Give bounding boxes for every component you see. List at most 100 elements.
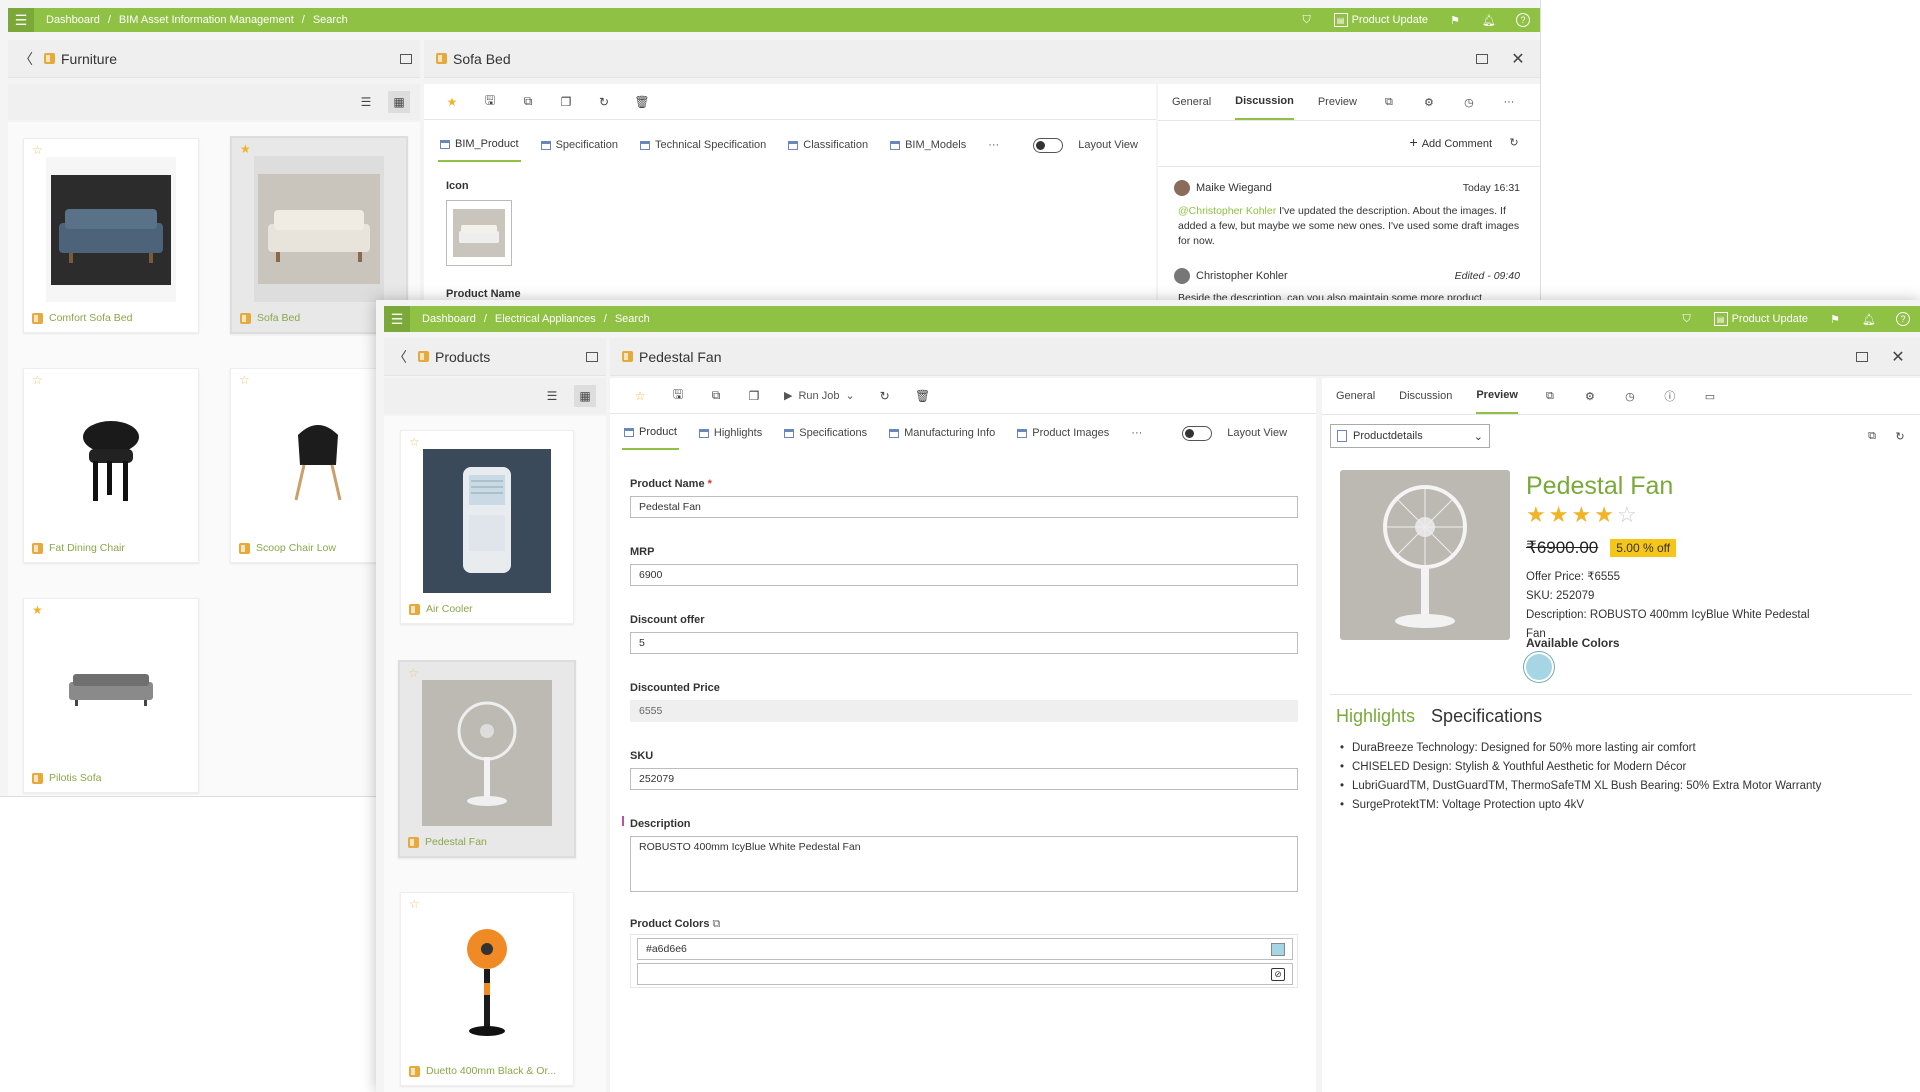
open-external-icon[interactable]: ⧉ [1864, 428, 1880, 444]
tab-technical-specification[interactable]: Technical Specification [638, 128, 768, 162]
run-job-button[interactable]: ▶ Run Job ⌄ [784, 389, 855, 403]
export-icon[interactable]: ⧉ [708, 388, 724, 404]
product-card[interactable]: ☆ Fat Dining Chair [23, 368, 199, 563]
history-icon[interactable]: ◷ [1461, 94, 1477, 110]
tab-specification[interactable]: Specification [539, 128, 620, 162]
tab-discussion[interactable]: Discussion [1399, 378, 1452, 414]
layout-view-toggle[interactable]: Layout View [1180, 416, 1289, 450]
external-link-icon[interactable]: ⧉ [1381, 94, 1397, 110]
back-chevron-icon[interactable]: 〈 [18, 51, 34, 67]
shield-icon[interactable]: ⛉ [1680, 312, 1694, 326]
toggle-switch[interactable] [1182, 425, 1213, 441]
star-outline-icon[interactable]: ☆ [409, 897, 420, 911]
tab-discussion[interactable]: Discussion [1235, 84, 1294, 120]
product-card[interactable]: ☆ Comfort Sofa Bed [23, 138, 199, 333]
delete-icon[interactable]: 🗑︎ [634, 94, 650, 110]
close-icon[interactable]: ✕ [1510, 51, 1526, 68]
refresh-icon[interactable]: ↻ [596, 94, 612, 110]
export-icon[interactable]: ⧉ [520, 94, 536, 110]
tab-bim-product[interactable]: BIM_Product [438, 128, 521, 162]
tab-classification[interactable]: Classification [786, 128, 870, 162]
tab-general[interactable]: General [1172, 84, 1211, 120]
panel-toggle-icon[interactable] [1856, 351, 1868, 362]
star-outline-icon[interactable]: ☆ [408, 666, 419, 680]
refresh-icon[interactable]: ↻ [1892, 428, 1908, 444]
tasks-icon[interactable]: ⚑ [1448, 13, 1462, 27]
history-icon[interactable]: ◷ [1622, 388, 1638, 404]
product-card[interactable]: ★ Pilotis Sofa [23, 598, 199, 793]
grid-view-icon[interactable]: ▦ [574, 385, 596, 407]
product-update-button[interactable]: ▤ Product Update [1713, 312, 1808, 326]
more-tabs-button[interactable]: ··· [986, 128, 1001, 162]
tab-general[interactable]: General [1336, 378, 1375, 414]
tab-preview[interactable]: Preview [1318, 84, 1357, 120]
grid-view-icon[interactable]: ▦ [388, 91, 410, 113]
mention-link[interactable]: @Christopher Kohler [1178, 205, 1276, 217]
add-comment-button[interactable]: + Add Comment [1410, 134, 1493, 150]
tab-bim-models[interactable]: BIM_Models [888, 128, 968, 162]
settings-icon[interactable]: ⚙ [1421, 94, 1437, 110]
sku-input[interactable]: 252079 [630, 768, 1298, 790]
external-link-icon[interactable]: ⧉ [1542, 388, 1558, 404]
star-outline-icon[interactable]: ☆ [239, 373, 250, 387]
tab-product-images[interactable]: Product Images [1015, 416, 1111, 450]
toggle-switch[interactable] [1033, 137, 1064, 153]
icon-image[interactable] [446, 200, 512, 266]
tab-preview[interactable]: Preview [1476, 378, 1518, 414]
discount-input[interactable]: 5 [630, 632, 1298, 654]
tab-specifications[interactable]: Specifications [782, 416, 869, 450]
color-input-empty[interactable] [637, 963, 1293, 985]
color-swatch[interactable] [1271, 943, 1285, 956]
refresh-icon[interactable]: ↻ [1506, 134, 1522, 150]
back-chevron-icon[interactable]: 〈 [392, 349, 408, 365]
shield-icon[interactable]: ⛉ [1300, 13, 1314, 27]
menu-icon[interactable]: ☰ [8, 8, 34, 32]
layout-view-toggle[interactable]: Layout View [1031, 128, 1140, 162]
breadcrumb-item[interactable]: Dashboard [422, 313, 476, 325]
panel-toggle-icon[interactable] [1476, 53, 1488, 64]
help-icon[interactable]: ⓘ [1662, 388, 1678, 404]
copy-icon[interactable]: ❐ [746, 388, 762, 404]
tab-highlights[interactable]: Highlights [697, 416, 764, 450]
bell-icon[interactable]: 🔔︎ [1482, 13, 1496, 27]
help-icon[interactable]: ? [1516, 13, 1530, 27]
star-outline-icon[interactable]: ☆ [32, 373, 43, 387]
copy-icon[interactable]: ⧉ [713, 918, 721, 930]
menu-icon[interactable]: ☰ [384, 306, 410, 332]
product-card[interactable]: ☆ Pedestal Fan [398, 660, 576, 858]
more-icon[interactable]: ··· [1501, 94, 1517, 110]
close-icon[interactable]: ✕ [1890, 349, 1906, 366]
tab-manufacturing-info[interactable]: Manufacturing Info [887, 416, 997, 450]
preview-template-select[interactable]: Productdetails ⌄ [1330, 424, 1490, 448]
product-name-input[interactable]: Pedestal Fan [630, 496, 1298, 518]
star-outline-icon[interactable]: ☆ [632, 388, 648, 404]
save-icon[interactable]: 🖫︎ [670, 387, 686, 404]
more-tabs-button[interactable]: ··· [1129, 416, 1144, 450]
star-filled-icon[interactable]: ★ [240, 142, 251, 156]
product-update-button[interactable]: ▤ Product Update [1333, 13, 1428, 27]
breadcrumb-item[interactable]: Dashboard [46, 14, 100, 26]
breadcrumb-item[interactable]: Electrical Appliances [495, 313, 596, 325]
panel-toggle-icon[interactable] [586, 351, 598, 362]
tasks-icon[interactable]: ⚑ [1828, 312, 1842, 326]
save-icon[interactable]: 🖫︎ [482, 93, 498, 110]
panel-toggle-icon[interactable] [400, 53, 412, 64]
tab-product[interactable]: Product [622, 416, 679, 450]
color-input[interactable]: #a6d6e6 [637, 938, 1293, 960]
product-card[interactable]: ☆ Duetto 400mm Black & Or... [400, 892, 574, 1086]
star-outline-icon[interactable]: ☆ [32, 143, 43, 157]
color-swatch[interactable] [1526, 654, 1552, 680]
star-filled-icon[interactable]: ★ [32, 603, 43, 617]
delete-icon[interactable]: 🗑︎ [915, 388, 931, 404]
refresh-icon[interactable]: ↻ [877, 388, 893, 404]
star-filled-icon[interactable]: ★ [444, 94, 460, 110]
breadcrumb-item[interactable]: Search [615, 313, 650, 325]
breadcrumb-item[interactable]: Search [313, 14, 348, 26]
help-icon[interactable]: ? [1896, 312, 1910, 326]
no-color-icon[interactable]: ⊘ [1271, 968, 1285, 981]
list-view-icon[interactable]: ☰ [358, 94, 374, 110]
settings-icon[interactable]: ⚙ [1582, 388, 1598, 404]
comment-icon[interactable]: ▭ [1702, 388, 1718, 404]
bell-icon[interactable]: 🔔︎ [1862, 312, 1876, 326]
description-textarea[interactable]: ROBUSTO 400mm IcyBlue White Pedestal Fan [630, 836, 1298, 892]
